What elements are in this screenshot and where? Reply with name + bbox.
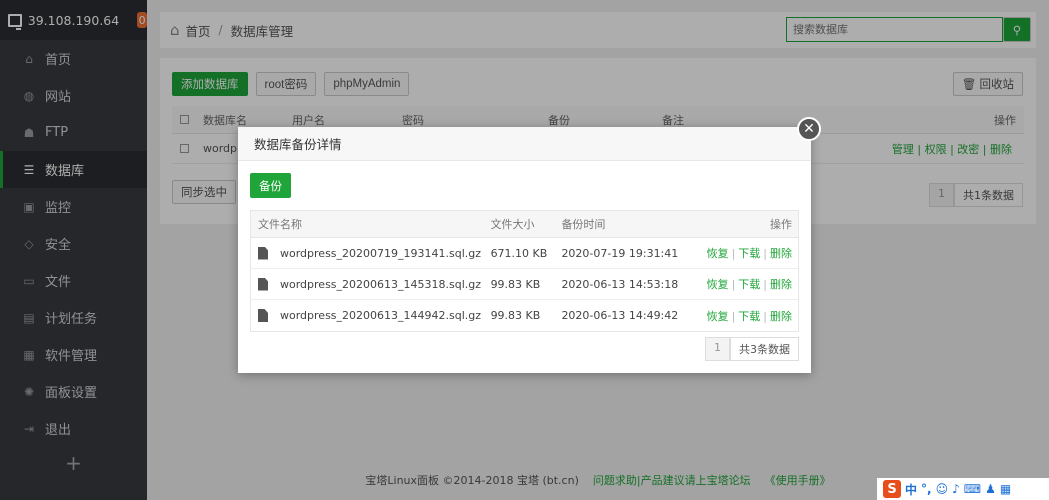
backup-button[interactable]: 备份 xyxy=(250,173,291,198)
close-icon[interactable]: ✕ xyxy=(797,117,821,141)
col-file-name: 文件名称 xyxy=(258,218,302,231)
file-size: 99.83 KB xyxy=(490,309,541,322)
download-link[interactable]: 下载 xyxy=(738,247,760,260)
col-backup-time: 备份时间 xyxy=(561,218,606,231)
backup-table-header: 文件名称 文件大小 备份时间 操作 xyxy=(251,211,798,238)
backup-time: 2020-07-19 19:31:41 xyxy=(561,246,679,260)
page-number[interactable]: 1 xyxy=(705,337,730,361)
delete-link[interactable]: 删除 xyxy=(770,247,792,260)
ime-toolbar: S 中 °, ☺ ♪ ⌨ ♟ ▦ xyxy=(877,478,1049,500)
file-size: 99.83 KB xyxy=(490,277,541,291)
mic-icon[interactable]: ♪ xyxy=(952,482,960,496)
skin-icon[interactable]: ♟ xyxy=(985,482,996,496)
file-icon xyxy=(258,246,268,260)
sogou-logo-icon[interactable]: S xyxy=(883,480,901,498)
table-row: wordpress_20200613_145318.sql.gz 99.83 K… xyxy=(251,269,798,300)
punctuation-icon[interactable]: °, xyxy=(921,482,932,496)
file-name: wordpress_20200613_145318.sql.gz xyxy=(280,277,482,291)
col-ops: 操作 xyxy=(770,218,792,231)
delete-link[interactable]: 删除 xyxy=(770,310,792,323)
backup-dialog: 数据库备份详情 备份 文件名称 文件大小 备份时间 操作 wordpress_2… xyxy=(238,127,811,373)
dialog-pagination: 1 共3条数据 xyxy=(705,337,799,361)
file-name: wordpress_20200613_144942.sql.gz xyxy=(280,309,482,322)
keyboard-icon[interactable]: ⌨ xyxy=(964,482,981,496)
col-file-size: 文件大小 xyxy=(490,218,535,231)
backup-table: 文件名称 文件大小 备份时间 操作 wordpress_20200719_193… xyxy=(250,210,799,332)
ime-mode[interactable]: 中 xyxy=(905,481,917,498)
download-link[interactable]: 下载 xyxy=(738,310,760,323)
total-count: 共3条数据 xyxy=(730,337,799,361)
delete-link[interactable]: 删除 xyxy=(770,278,792,291)
backup-time: 2020-06-13 14:49:42 xyxy=(561,309,679,322)
table-row: wordpress_20200719_193141.sql.gz 671.10 … xyxy=(251,238,798,269)
restore-link[interactable]: 恢复 xyxy=(707,247,729,260)
restore-link[interactable]: 恢复 xyxy=(707,278,729,291)
file-name: wordpress_20200719_193141.sql.gz xyxy=(280,246,482,260)
file-icon xyxy=(258,309,268,322)
dialog-title: 数据库备份详情 xyxy=(238,127,811,161)
download-link[interactable]: 下载 xyxy=(738,278,760,291)
backup-time: 2020-06-13 14:53:18 xyxy=(561,277,679,291)
file-icon xyxy=(258,277,268,291)
emoji-icon[interactable]: ☺ xyxy=(936,482,949,496)
file-size: 671.10 KB xyxy=(490,246,548,260)
restore-link[interactable]: 恢复 xyxy=(707,310,729,323)
menu-icon[interactable]: ▦ xyxy=(1000,482,1011,496)
table-row: wordpress_20200613_144942.sql.gz 99.83 K… xyxy=(251,300,798,331)
